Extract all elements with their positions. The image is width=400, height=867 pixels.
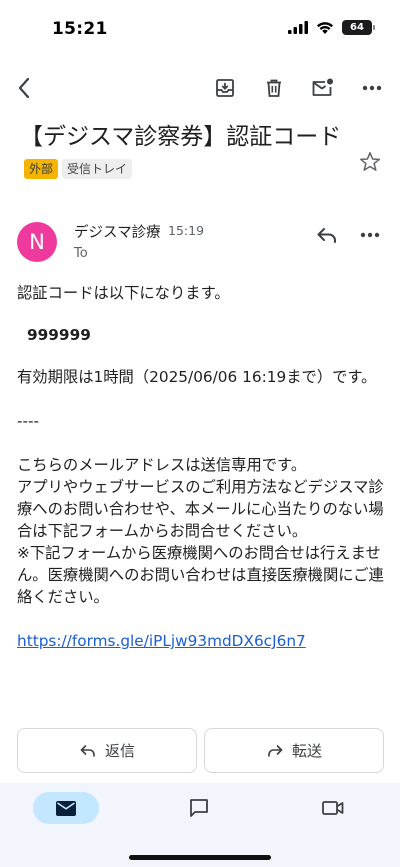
battery-icon: 64 bbox=[342, 20, 375, 35]
body-expiry: 有効期限は1時間（2025/06/06 16:19まで）です。 bbox=[17, 368, 377, 386]
more-horizontal-icon bbox=[362, 85, 382, 91]
subject-text: 【デジスマ診察券】認証コード bbox=[20, 124, 342, 150]
battery-level: 64 bbox=[350, 22, 364, 33]
avatar-initial: N bbox=[29, 230, 45, 254]
more-options-button[interactable] bbox=[358, 74, 386, 102]
reply-quick-button[interactable] bbox=[314, 222, 340, 248]
message-more-button[interactable] bbox=[357, 222, 383, 248]
sent-time: 15:19 bbox=[168, 223, 205, 238]
status-time: 15:21 bbox=[52, 19, 108, 39]
body-separator: ---- bbox=[17, 412, 40, 430]
label-inbox[interactable]: 受信トレイ bbox=[62, 158, 133, 179]
chat-icon bbox=[190, 799, 208, 817]
body-notice-1: こちらのメールアドレスは送信専用です。 bbox=[17, 456, 307, 474]
status-icons: 64 bbox=[288, 20, 375, 35]
archive-icon bbox=[216, 79, 234, 97]
back-arrow-icon bbox=[18, 77, 30, 99]
mark-unread-icon bbox=[312, 78, 333, 96]
body-intro: 認証コードは以下になります。 bbox=[17, 284, 230, 302]
email-toolbar bbox=[0, 68, 400, 108]
delete-button[interactable] bbox=[260, 74, 288, 102]
verification-code: 999999 bbox=[27, 326, 91, 344]
status-bar: 15:21 64 bbox=[0, 0, 400, 56]
reply-icon bbox=[80, 744, 95, 757]
back-button[interactable] bbox=[10, 74, 38, 102]
email-subject: 【デジスマ診察券】認証コード外部 受信トレイ bbox=[20, 120, 350, 188]
video-camera-icon bbox=[322, 801, 344, 815]
forward-icon bbox=[268, 744, 283, 757]
nav-chat-tab[interactable] bbox=[183, 792, 215, 824]
form-link[interactable]: https://forms.gle/iPLjw93mdDX6cJ6n7 bbox=[17, 632, 306, 650]
mark-unread-button[interactable] bbox=[308, 74, 336, 102]
star-button[interactable] bbox=[358, 150, 382, 174]
body-notice-2: アプリやウェブサービスのご利用方法などデジスマ診療へのお問い合わせや、本メールに… bbox=[17, 478, 384, 540]
cellular-signal-icon bbox=[288, 21, 308, 34]
more-horizontal-icon bbox=[360, 232, 380, 238]
email-body: 認証コードは以下になります。 999999 有効期限は1時間（2025/06/0… bbox=[17, 282, 385, 652]
body-notice-3: ※下記フォームから医療機関へのお問合せは行えません。医療機関へのお問い合わせは直… bbox=[17, 544, 384, 606]
wifi-icon bbox=[317, 22, 333, 34]
trash-icon bbox=[267, 79, 281, 97]
nav-mail-tab[interactable] bbox=[33, 792, 99, 824]
forward-label: 転送 bbox=[291, 742, 322, 760]
nav-meet-tab[interactable] bbox=[317, 792, 349, 824]
archive-button[interactable] bbox=[211, 74, 239, 102]
label-external[interactable]: 外部 bbox=[24, 158, 59, 179]
reply-button[interactable]: 返信 bbox=[17, 728, 197, 773]
sender-name[interactable]: デジスマ診療 bbox=[74, 221, 161, 242]
forward-button[interactable]: 転送 bbox=[204, 728, 384, 773]
reply-label: 返信 bbox=[104, 742, 135, 760]
recipient-details[interactable]: To bbox=[74, 246, 88, 261]
star-icon bbox=[360, 152, 380, 171]
mail-icon bbox=[56, 800, 76, 816]
reply-icon bbox=[317, 228, 336, 243]
home-indicator[interactable] bbox=[129, 855, 271, 860]
sender-avatar[interactable]: N bbox=[17, 222, 57, 262]
